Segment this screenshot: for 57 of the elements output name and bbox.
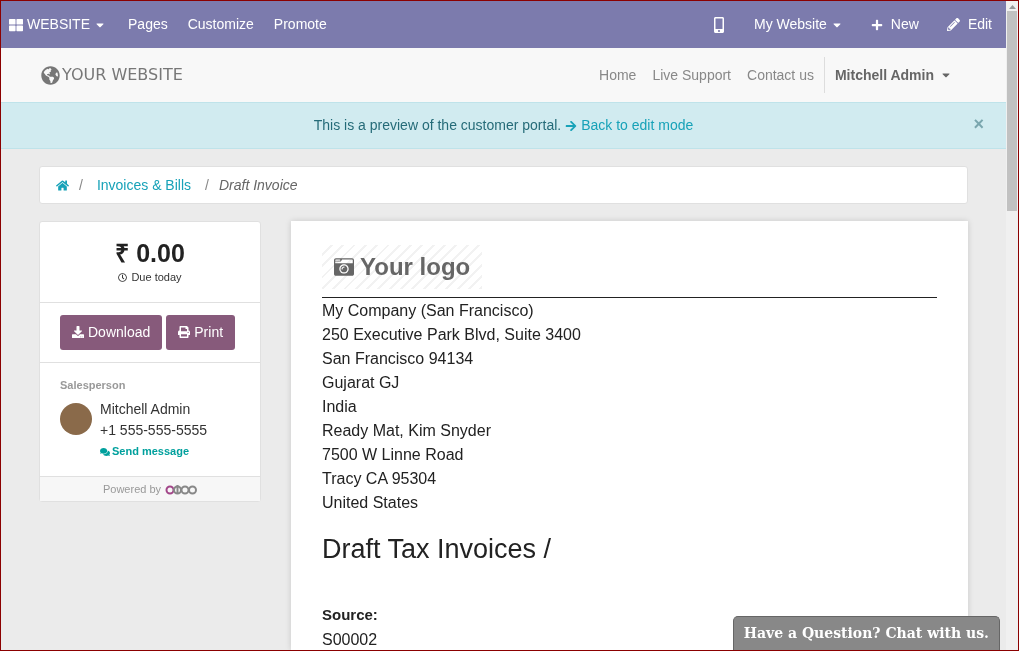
- address-line: United States: [322, 493, 420, 513]
- apps-icon: [9, 17, 23, 32]
- scroll-up-icon: [1008, 5, 1016, 9]
- print-button[interactable]: Print: [166, 314, 236, 350]
- odoo-logo: [165, 483, 198, 495]
- source-label: Source:: [322, 604, 379, 625]
- nav-link[interactable]: Live Support: [644, 64, 739, 86]
- globe-icon: [41, 65, 60, 85]
- address-line: 7500 W Linne Road: [322, 445, 465, 465]
- address-line: 250 Executive Park Blvd, Suite 3400: [322, 325, 582, 345]
- chat-icon: [100, 446, 110, 457]
- address-line: My Company (San Francisco): [322, 301, 535, 321]
- editor-menu-item[interactable]: Pages: [118, 1, 178, 48]
- home-icon[interactable]: [56, 178, 69, 192]
- scrollbar-thumb[interactable]: [1007, 11, 1017, 211]
- amount-due: ₹ 0.00: [115, 238, 185, 269]
- clock-icon: [118, 273, 128, 282]
- nav-link[interactable]: Contact us: [739, 64, 822, 86]
- editor-menu-item[interactable]: Customize: [177, 1, 264, 48]
- address-line: San Francisco 94134: [322, 349, 475, 369]
- camera-icon: [334, 257, 354, 277]
- arrow-icon: [565, 119, 578, 132]
- alert-text: This is a preview of the customer portal.: [313, 116, 562, 135]
- nav-link[interactable]: Home: [591, 64, 645, 86]
- back-to-edit-link[interactable]: Back to edit mode: [565, 115, 694, 136]
- website-menu[interactable]: WEBSITE: [1, 1, 118, 48]
- chat-button[interactable]: Have a Question? Chat with us.: [732, 616, 1000, 650]
- address-line: Gujarat GJ: [322, 373, 401, 393]
- salesperson-name: Mitchell Admin: [100, 400, 192, 420]
- salesperson-label: Salesperson: [60, 377, 127, 393]
- breadcrumb-separator: /: [79, 175, 83, 195]
- salesperson-phone: +1 555-555-5555: [100, 421, 208, 441]
- source-value: S00002: [322, 630, 378, 650]
- document-title: Draft Tax Invoices /: [322, 533, 553, 566]
- user-menu[interactable]: Mitchell Admin: [826, 64, 960, 86]
- pencil-icon: [946, 18, 960, 31]
- breadcrumb-link[interactable]: Invoices & Bills: [92, 174, 196, 196]
- address-line: India: [322, 397, 358, 417]
- logo-text: Your logo: [360, 252, 471, 282]
- address-line: Ready Mat, Kim Snyder: [322, 421, 492, 441]
- due-date: Due today: [118, 269, 182, 286]
- avatar: [60, 403, 92, 436]
- print-icon: [178, 326, 191, 339]
- breadcrumb-current: Draft Invoice: [218, 175, 298, 195]
- address-line: Tracy CA 95304: [322, 469, 438, 489]
- site-logo[interactable]: YOUR WEBSITE: [41, 63, 183, 87]
- download-button[interactable]: Download: [60, 314, 163, 350]
- close-button[interactable]: ×: [973, 115, 984, 133]
- powered-by: Powered by: [102, 482, 162, 497]
- download-icon: [72, 326, 84, 339]
- breadcrumb-separator: /: [205, 175, 209, 195]
- new-button[interactable]: New: [856, 1, 933, 48]
- plus-icon: [870, 18, 883, 31]
- website-switcher[interactable]: My Website: [740, 1, 857, 48]
- send-message-link[interactable]: Send message: [100, 441, 208, 463]
- mobile-icon: [712, 16, 726, 33]
- editor-menu-item[interactable]: Promote: [263, 1, 337, 48]
